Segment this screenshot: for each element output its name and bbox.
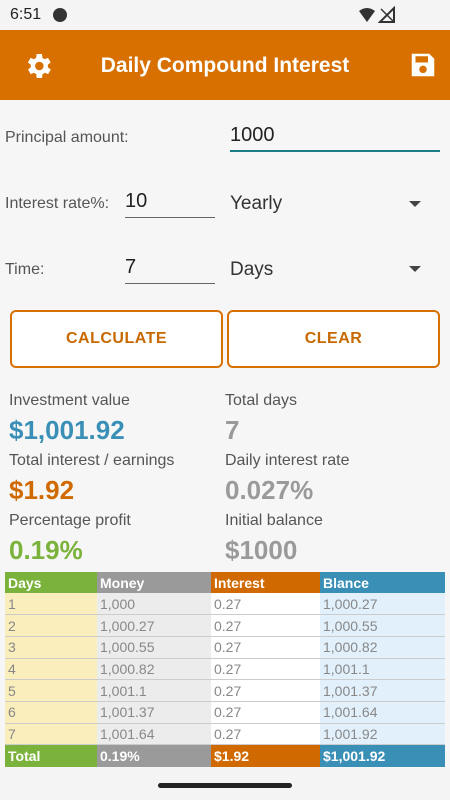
investment-label: Investment value <box>9 392 130 409</box>
table-row: 4 1,000.82 0.27 1,001.1 <box>5 658 445 681</box>
table-row: 5 1,001.1 0.27 1,001.37 <box>5 679 445 702</box>
table-cell: 1 <box>5 593 97 616</box>
table-cell: 1,001.64 <box>97 723 211 746</box>
table-cell: 0.27 <box>211 679 320 702</box>
profit-value: 0.19% <box>9 535 83 565</box>
table-cell: 0.27 <box>211 723 320 746</box>
table-row: 2 1,000.27 0.27 1,000.55 <box>5 614 445 637</box>
navigation-bar <box>0 768 450 800</box>
table-cell: 3 <box>5 636 97 659</box>
total-days-value: 7 <box>225 415 240 445</box>
daily-rate-value: 0.027% <box>225 475 314 505</box>
table-cell: 1,000.82 <box>97 658 211 681</box>
table-row: 3 1,000.55 0.27 1,000.82 <box>5 636 445 659</box>
app-bar: Daily Compound Interest <box>0 30 450 100</box>
table-header-balance: Blance <box>320 572 445 593</box>
table-cell: 1,001.92 <box>320 723 445 746</box>
table-cell: 1,000 <box>97 593 211 616</box>
profit-label: Percentage profit <box>9 512 131 529</box>
calculate-button[interactable]: CALCULATE <box>10 310 223 368</box>
floppy-disk-icon[interactable] <box>408 50 438 80</box>
clear-button[interactable]: CLEAR <box>227 310 440 368</box>
initial-value: $1000 <box>225 535 298 565</box>
status-time: 6:51 <box>10 6 42 23</box>
table-cell: 0.27 <box>211 701 320 724</box>
principal-label: Principal amount: <box>5 129 129 146</box>
table-total-row: Total 0.19% $1.92 $1,001.92 <box>5 744 445 767</box>
rate-period-select[interactable]: Yearly <box>230 193 282 215</box>
table-header-days: Days <box>5 572 97 593</box>
total-cell-interest: $1.92 <box>211 744 320 767</box>
table-cell: 2 <box>5 614 97 637</box>
total-cell-balance: $1,001.92 <box>320 744 445 767</box>
notification-icon <box>53 8 67 22</box>
table-cell: 5 <box>5 679 97 702</box>
table-header-interest: Interest <box>211 572 320 593</box>
table-cell: 1,001.37 <box>320 679 445 702</box>
table-cell: 1,001.1 <box>97 679 211 702</box>
table-row: 6 1,001.37 0.27 1,001.64 <box>5 701 445 724</box>
total-days-label: Total days <box>225 392 298 409</box>
table-cell: 1,001.37 <box>97 701 211 724</box>
table-row: 7 1,001.64 0.27 1,001.92 <box>5 723 445 746</box>
interest-value: $1.92 <box>9 475 75 505</box>
table-cell: 1,001.64 <box>320 701 445 724</box>
table-cell: 1,000.55 <box>320 614 445 637</box>
investment-value: $1,001.92 <box>9 415 125 445</box>
table-cell: 7 <box>5 723 97 746</box>
daily-rate-label: Daily interest rate <box>225 452 350 469</box>
principal-input[interactable]: 1000 <box>230 120 440 152</box>
total-cell-label: Total <box>5 744 97 767</box>
chevron-down-icon[interactable] <box>409 201 421 207</box>
table-cell: 1,000.27 <box>97 614 211 637</box>
rate-input[interactable]: 10 <box>125 186 215 218</box>
home-handle[interactable] <box>158 783 292 788</box>
status-bar: 6:51 <box>0 0 450 30</box>
table-cell: 6 <box>5 701 97 724</box>
wifi-icon <box>359 8 375 22</box>
table-cell: 1,000.82 <box>320 636 445 659</box>
interest-table: Days Money Interest Blance 1 1,000 0.27 … <box>5 572 445 767</box>
total-cell-profit: 0.19% <box>97 744 211 767</box>
time-unit-select[interactable]: Days <box>230 259 273 281</box>
table-row: 1 1,000 0.27 1,000.27 <box>5 593 445 616</box>
table-header-money: Money <box>97 572 211 593</box>
interest-label: Total interest / earnings <box>9 452 175 469</box>
chevron-down-icon[interactable] <box>409 266 421 272</box>
table-cell: 0.27 <box>211 636 320 659</box>
initial-label: Initial balance <box>225 512 323 529</box>
page-title: Daily Compound Interest <box>100 54 350 77</box>
time-input[interactable]: 7 <box>125 252 215 284</box>
table-cell: 1,001.1 <box>320 658 445 681</box>
signal-icon <box>378 6 395 23</box>
table-cell: 1,000.55 <box>97 636 211 659</box>
rate-label: Interest rate%: <box>5 195 110 212</box>
table-cell: 0.27 <box>211 658 320 681</box>
time-label: Time: <box>5 261 45 278</box>
table-cell: 1,000.27 <box>320 593 445 616</box>
table-cell: 0.27 <box>211 593 320 616</box>
table-cell: 0.27 <box>211 614 320 637</box>
table-cell: 4 <box>5 658 97 681</box>
